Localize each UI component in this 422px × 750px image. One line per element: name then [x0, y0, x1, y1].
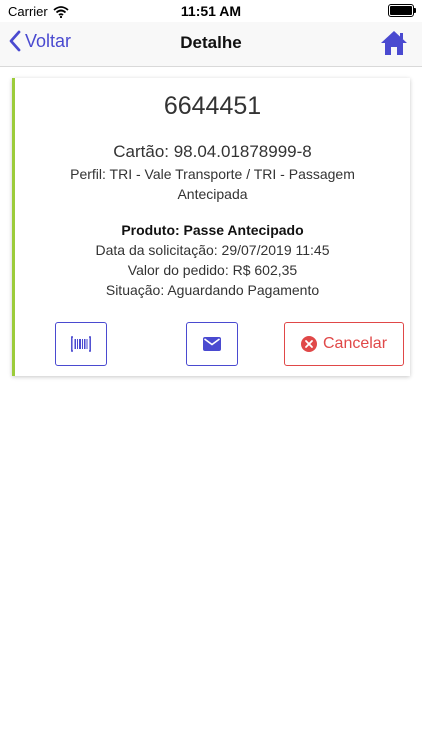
navigation-bar: Voltar Detalhe — [0, 22, 422, 67]
cancel-circle-icon — [300, 336, 317, 352]
cancel-button[interactable]: Cancelar — [284, 322, 404, 366]
clock: 11:51 AM — [180, 3, 242, 19]
page-title: Detalhe — [180, 33, 242, 52]
email-icon — [203, 337, 221, 351]
profile-line: Perfil: TRI - Vale Transporte / TRI - Pa… — [70, 166, 355, 202]
home-button[interactable] — [380, 30, 408, 61]
cancel-label: Cancelar — [322, 335, 388, 352]
battery-icon — [388, 4, 416, 17]
request-date-line: Data da solicitação: 29/07/2019 11:45 — [95, 242, 330, 258]
email-button[interactable] — [186, 322, 238, 366]
order-number: 6644451 — [163, 92, 262, 120]
home-icon — [381, 31, 407, 55]
status-bar: Carrier 11:51 AM — [0, 0, 422, 22]
order-value-line: Valor do pedido: R$ 602,35 — [127, 262, 298, 278]
card-number-line: Cartão: 98.04.01878999-8 — [113, 142, 312, 161]
barcode-button[interactable] — [55, 322, 107, 366]
order-card: 6644451 Cartão: 98.04.01878999-8 Perfil:… — [12, 78, 410, 376]
product-line: Produto: Passe Antecipado — [121, 222, 304, 238]
barcode-icon — [71, 336, 91, 352]
status-line: Situação: Aguardando Pagamento — [105, 282, 320, 298]
